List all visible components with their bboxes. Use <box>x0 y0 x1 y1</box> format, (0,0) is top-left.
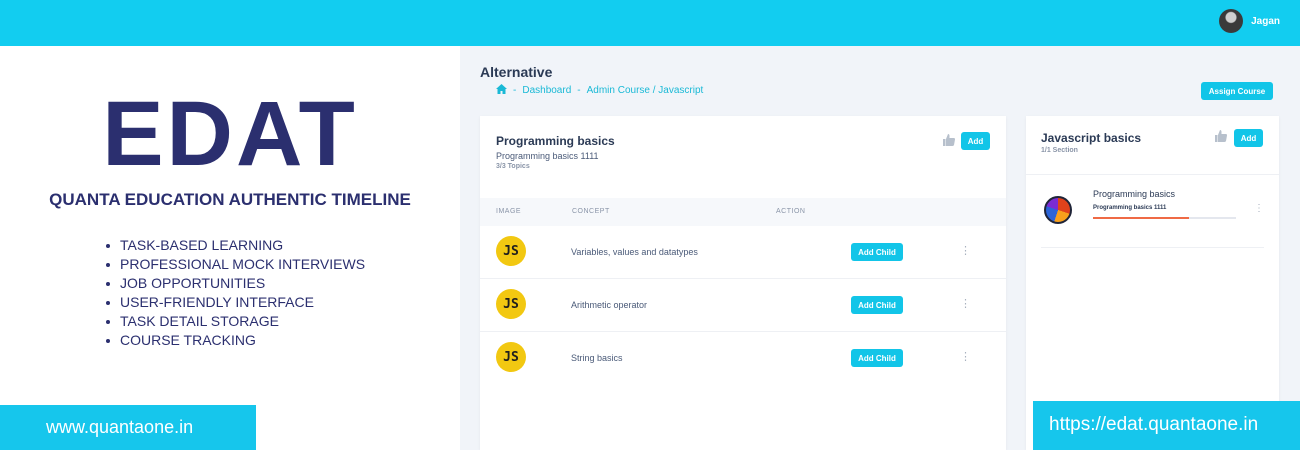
user-name: Jagan <box>1251 15 1280 27</box>
sections-card: Javascript basics 1/1 Section Add Progra… <box>1026 116 1279 450</box>
javascript-logo-icon: JS <box>496 342 526 372</box>
course-logo-icon <box>1044 196 1072 224</box>
more-options-icon[interactable]: ⋮ <box>960 297 971 310</box>
add-topic-button[interactable]: Add <box>961 132 990 150</box>
concept-name: Arithmetic operator <box>571 300 648 310</box>
add-child-button[interactable]: Add Child <box>851 349 903 367</box>
divider <box>1026 174 1279 175</box>
app-url-banner: https://edat.quantaone.in <box>1033 401 1300 450</box>
course-title[interactable]: Programming basics <box>1093 189 1175 199</box>
avatar[interactable] <box>1219 9 1244 33</box>
promo-panel: EDAT QUANTA EDUCATION AUTHENTIC TIMELINE… <box>0 46 460 450</box>
card-subtitle: Programming basics 1111 <box>496 151 599 161</box>
table-row: JS Arithmetic operator Add Child ⋮ <box>480 279 1006 332</box>
card-title: Javascript basics <box>1041 131 1142 145</box>
add-section-button[interactable]: Add <box>1234 129 1263 147</box>
breadcrumb-separator: - <box>513 85 517 96</box>
feature-item: TASK DETAIL STORAGE <box>106 312 365 331</box>
divider <box>1041 247 1264 248</box>
brand-logo-text: EDAT <box>102 83 358 185</box>
thumbs-up-icon[interactable] <box>1213 129 1229 145</box>
breadcrumb: - Dashboard - Admin Course / Javascript <box>496 84 703 97</box>
feature-item: TASK-BASED LEARNING <box>106 236 365 255</box>
add-child-button[interactable]: Add Child <box>851 296 903 314</box>
more-options-icon[interactable]: ⋮ <box>960 244 971 257</box>
add-child-button[interactable]: Add Child <box>851 243 903 261</box>
topic-count: 3/3 Topics <box>496 163 530 170</box>
feature-item: JOB OPPORTUNITIES <box>106 274 365 293</box>
more-options-icon[interactable]: ⋮ <box>960 350 971 363</box>
concept-name: String basics <box>571 353 623 363</box>
section-count: 1/1 Section <box>1041 147 1078 154</box>
course-subtitle: Programming basics 1111 <box>1093 205 1167 211</box>
javascript-logo-icon: JS <box>496 236 526 266</box>
feature-item: USER-FRIENDLY INTERFACE <box>106 293 365 312</box>
feature-item: COURSE TRACKING <box>106 331 365 350</box>
column-header-action: ACTION <box>776 208 806 215</box>
concept-name: Variables, values and datatypes <box>571 247 698 257</box>
assign-course-button[interactable]: Assign Course <box>1201 82 1273 100</box>
card-title: Programming basics <box>496 134 615 148</box>
user-menu[interactable]: Jagan <box>1219 9 1280 33</box>
breadcrumb-separator: - <box>577 85 581 96</box>
page-title: Alternative <box>480 64 553 80</box>
breadcrumb-current[interactable]: Admin Course / Javascript <box>587 85 704 96</box>
course-progress-fill <box>1093 217 1189 219</box>
course-progress-bar <box>1093 217 1236 219</box>
table-row: JS String basics Add Child ⋮ <box>480 332 1006 385</box>
home-icon[interactable] <box>496 84 507 97</box>
top-bar: Jagan <box>0 0 1300 46</box>
website-url-banner: www.quantaone.in <box>0 405 256 450</box>
column-header-image: IMAGE <box>496 208 522 215</box>
table-header: IMAGE CONCEPT ACTION <box>480 198 1006 226</box>
javascript-logo-icon: JS <box>496 289 526 319</box>
tagline: QUANTA EDUCATION AUTHENTIC TIMELINE <box>49 190 411 209</box>
feature-item: PROFESSIONAL MOCK INTERVIEWS <box>106 255 365 274</box>
column-header-concept: CONCEPT <box>572 208 610 215</box>
table-row: JS Variables, values and datatypes Add C… <box>480 226 1006 279</box>
thumbs-up-icon[interactable] <box>941 133 957 149</box>
more-options-icon[interactable]: ⋮ <box>1254 203 1264 214</box>
topics-card: Programming basics Programming basics 11… <box>480 116 1006 450</box>
feature-list: TASK-BASED LEARNING PROFESSIONAL MOCK IN… <box>106 236 365 350</box>
breadcrumb-dashboard[interactable]: Dashboard <box>522 85 571 96</box>
